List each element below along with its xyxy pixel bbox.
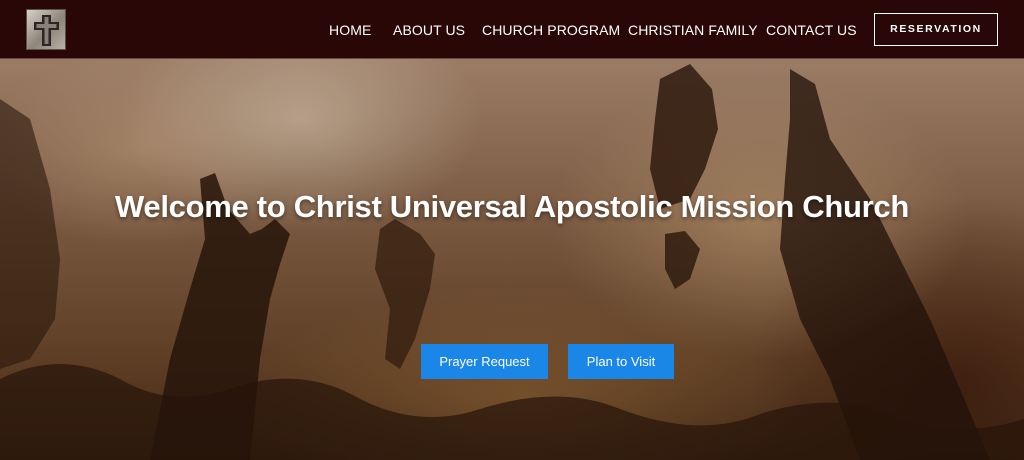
nav-church-program[interactable]: CHURCH PROGRAM: [482, 21, 620, 39]
hero-banner: Welcome to Christ Universal Apostolic Mi…: [0, 59, 1024, 460]
nav-contact-us[interactable]: CONTACT US: [766, 21, 857, 39]
plan-to-visit-button[interactable]: Plan to Visit: [568, 344, 674, 379]
site-header: HOME ABOUT US CHURCH PROGRAM CHRISTIAN F…: [0, 0, 1024, 59]
hero-title: Welcome to Christ Universal Apostolic Mi…: [115, 189, 909, 224]
prayer-request-button[interactable]: Prayer Request: [421, 344, 548, 379]
nav-christian-family[interactable]: CHRISTIAN FAMILY: [628, 21, 758, 39]
hero-overlay: [0, 59, 1024, 460]
reservation-button[interactable]: RESERVATION: [874, 13, 998, 46]
cross-logo-icon[interactable]: [26, 9, 66, 50]
nav-about-us[interactable]: ABOUT US: [393, 21, 465, 39]
page: HOME ABOUT US CHURCH PROGRAM CHRISTIAN F…: [0, 0, 1024, 460]
nav-home[interactable]: HOME: [329, 21, 371, 39]
